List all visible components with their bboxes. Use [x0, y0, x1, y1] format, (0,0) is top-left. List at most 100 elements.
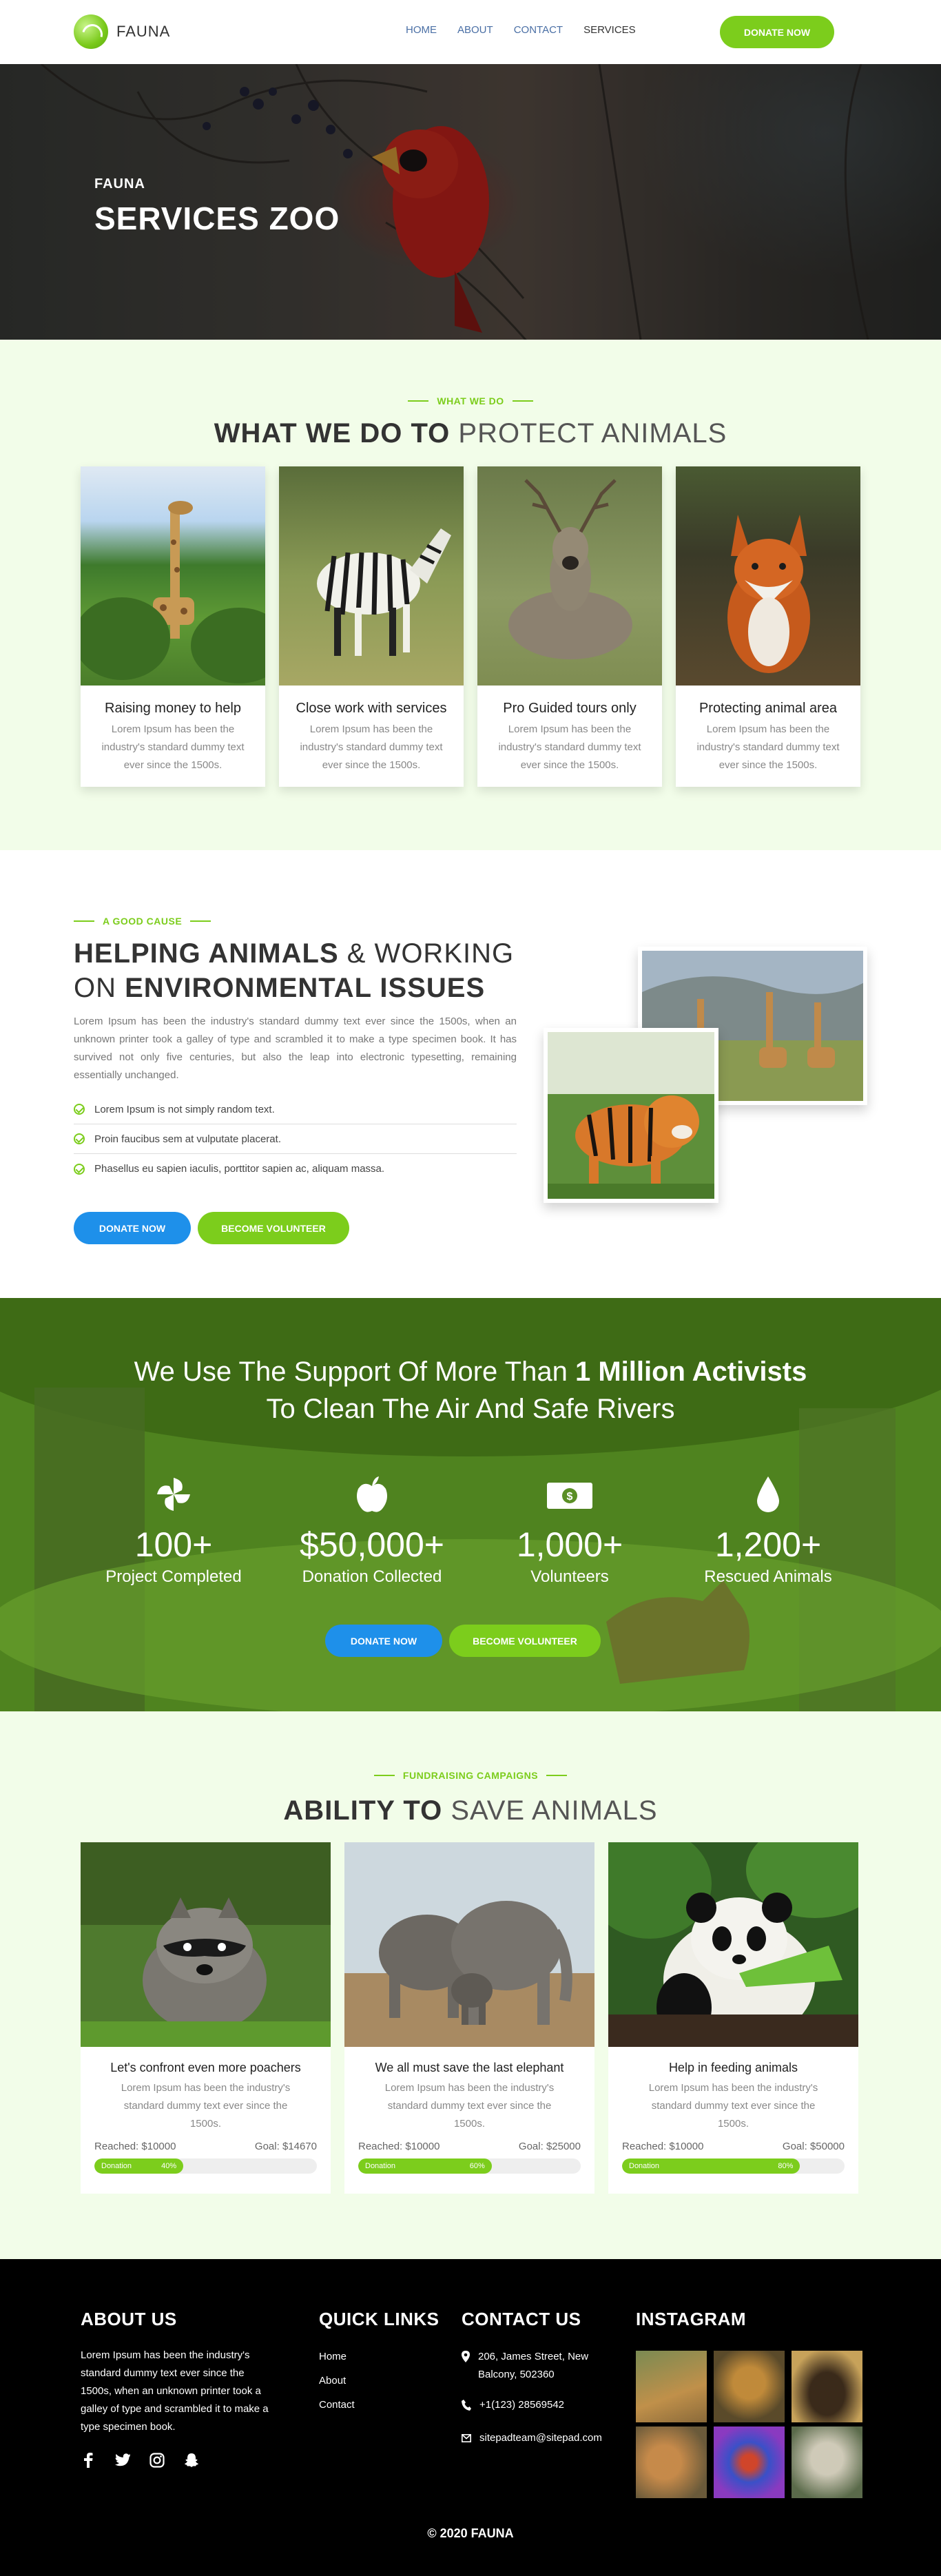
- footer-contact: CONTACT US 206, James Street, New Balcon…: [462, 2309, 602, 2449]
- stat-value: $50,000+: [300, 1525, 444, 1564]
- footer-instagram: INSTAGRAM: [636, 2309, 862, 2498]
- panda-image: [608, 1842, 858, 2047]
- snapchat-icon[interactable]: [184, 2453, 199, 2468]
- service-card[interactable]: Close work with services Lorem Ipsum has…: [279, 466, 464, 787]
- progress-fill: Donation 60%: [358, 2158, 492, 2174]
- good-cause-section: A GOOD CAUSE HELPING ANIMALS & WORKING O…: [0, 850, 941, 1298]
- donate-now-button[interactable]: DONATE NOW: [720, 16, 834, 48]
- service-card[interactable]: Protecting animal area Lorem Ipsum has b…: [676, 466, 860, 787]
- list-item: Phasellus eu sapien iaculis, porttitor s…: [74, 1154, 517, 1184]
- money-icon: $: [466, 1474, 673, 1515]
- giraffe-image: [81, 466, 265, 686]
- section-eyebrow: WHAT WE DO: [0, 395, 941, 406]
- contact-phone[interactable]: +1(123) 28569542: [462, 2396, 602, 2417]
- campaign-cards: Let's confront even more poachers Lorem …: [81, 1842, 858, 2194]
- map-pin-icon: [462, 2348, 470, 2384]
- campaign-card[interactable]: Let's confront even more poachers Lorem …: [81, 1842, 331, 2194]
- check-icon: [74, 1104, 85, 1115]
- instagram-gallery: [636, 2351, 862, 2498]
- site-footer: ABOUT US Lorem Ipsum has been the indust…: [0, 2259, 941, 2576]
- donate-now-button[interactable]: DONATE NOW: [74, 1212, 191, 1244]
- footer-heading: CONTACT US: [462, 2309, 581, 2329]
- campaign-amounts: Reached: $10000 Goal: $50000: [622, 2141, 845, 2152]
- card-title: We all must save the last elephant: [375, 2061, 564, 2074]
- card-text: Lorem Ipsum has been the industry's stan…: [696, 723, 840, 771]
- menu-about[interactable]: ABOUT: [457, 24, 493, 36]
- section-title: WHAT WE DO TO PROTECT ANIMALS: [214, 418, 727, 449]
- logo-icon: [74, 14, 108, 49]
- support-headline: We Use The Support Of More Than 1 Millio…: [134, 1357, 807, 1424]
- section-eyebrow: FUNDRAISING CAMPAIGNS: [0, 1770, 941, 1781]
- footer-heading: ABOUT US: [81, 2309, 177, 2329]
- donation-progress: Donation 80%: [622, 2158, 845, 2174]
- stat-label: Volunteers: [530, 1567, 609, 1586]
- card-title: Protecting animal area: [699, 701, 838, 716]
- zebra-image: [279, 466, 464, 686]
- footer-heading: INSTAGRAM: [636, 2309, 747, 2329]
- list-item: Proin faucibus sem at vulputate placerat…: [74, 1124, 517, 1154]
- campaign-card[interactable]: We all must save the last elephant Lorem…: [344, 1842, 594, 2194]
- section-eyebrow: A GOOD CAUSE: [74, 916, 211, 927]
- progress-fill: Donation 40%: [94, 2158, 184, 2174]
- instagram-photo[interactable]: [636, 2351, 707, 2422]
- campaign-card[interactable]: Help in feeding animals Lorem Ipsum has …: [608, 1842, 858, 2194]
- section-title: ABILITY TO SAVE ANIMALS: [283, 1795, 658, 1826]
- check-icon: [74, 1163, 85, 1175]
- hero-eyebrow: FAUNA: [94, 176, 145, 192]
- instagram-photo[interactable]: [714, 2426, 785, 2498]
- tiger-photo: [544, 1028, 718, 1203]
- stat-value: 1,200+: [714, 1525, 822, 1564]
- menu-services[interactable]: SERVICES: [583, 24, 636, 36]
- menu-contact[interactable]: CONTACT: [514, 24, 563, 36]
- card-title: Raising money to help: [105, 701, 241, 716]
- footer-link-contact[interactable]: Contact: [319, 2399, 440, 2411]
- stat-item: 100+ Project Completed: [70, 1474, 277, 1587]
- deer-image: [477, 466, 662, 686]
- service-card[interactable]: Pro Guided tours only Lorem Ipsum has be…: [477, 466, 662, 787]
- top-navbar: FAUNA HOME ABOUT CONTACT SERVICES DONATE…: [0, 0, 941, 64]
- card-text: Lorem Ipsum has been the industry's stan…: [300, 723, 443, 771]
- instagram-photo[interactable]: [792, 2351, 862, 2422]
- card-text: Lorem Ipsum has been the industry's stan…: [384, 2082, 555, 2130]
- main-menu: HOME ABOUT CONTACT SERVICES: [406, 24, 636, 36]
- apple-icon: [269, 1474, 475, 1515]
- cause-paragraph: Lorem Ipsum has been the industry's stan…: [74, 1016, 517, 1081]
- check-icon: [74, 1133, 85, 1144]
- drop-icon: [665, 1474, 871, 1515]
- become-volunteer-button[interactable]: BECOME VOLUNTEER: [198, 1212, 349, 1244]
- twitter-icon[interactable]: [115, 2453, 130, 2468]
- stat-value: 100+: [134, 1525, 213, 1564]
- elephants-image: [344, 1842, 594, 2047]
- stat-item: $ 1,000+ Volunteers: [466, 1474, 673, 1587]
- list-item: Lorem Ipsum is not simply random text.: [74, 1095, 517, 1124]
- instagram-photo[interactable]: [636, 2426, 707, 2498]
- instagram-photo[interactable]: [714, 2351, 785, 2422]
- service-card[interactable]: Raising money to help Lorem Ipsum has be…: [81, 466, 265, 787]
- card-text: Lorem Ipsum has been the industry's stan…: [498, 723, 641, 771]
- raccoon-image: [81, 1842, 331, 2047]
- menu-home[interactable]: HOME: [406, 24, 437, 36]
- support-stats-section: We Use The Support Of More Than 1 Millio…: [0, 1298, 941, 1711]
- footer-about-text: Lorem Ipsum has been the industry's stan…: [81, 2349, 269, 2433]
- brand-logo[interactable]: FAUNA: [74, 14, 170, 49]
- stat-label: Project Completed: [105, 1567, 242, 1586]
- donation-progress: Donation 40%: [94, 2158, 317, 2174]
- support-buttons: DONATE NOW BECOME VOLUNTEER: [325, 1625, 601, 1657]
- card-title: Pro Guided tours only: [503, 701, 637, 716]
- contact-email[interactable]: sitepadteam@sitepad.com: [462, 2429, 602, 2449]
- instagram-icon[interactable]: [149, 2453, 165, 2468]
- instagram-photo[interactable]: [792, 2426, 862, 2498]
- footer-link-home[interactable]: Home: [319, 2351, 440, 2362]
- footer-about: ABOUT US Lorem Ipsum has been the indust…: [81, 2309, 277, 2468]
- services-cards: Raising money to help Lorem Ipsum has be…: [81, 466, 860, 787]
- become-volunteer-button[interactable]: BECOME VOLUNTEER: [449, 1625, 601, 1657]
- stat-value: 1,000+: [516, 1525, 623, 1564]
- card-title: Let's confront even more poachers: [110, 2061, 301, 2074]
- card-text: Lorem Ipsum has been the industry's stan…: [101, 723, 245, 771]
- facebook-icon[interactable]: [81, 2453, 96, 2468]
- footer-link-about[interactable]: About: [319, 2375, 440, 2387]
- hero-banner: FAUNA SERVICES ZOO: [0, 64, 941, 340]
- stat-label: Donation Collected: [302, 1567, 442, 1586]
- mail-icon: [462, 2429, 471, 2449]
- donate-now-button[interactable]: DONATE NOW: [325, 1625, 442, 1657]
